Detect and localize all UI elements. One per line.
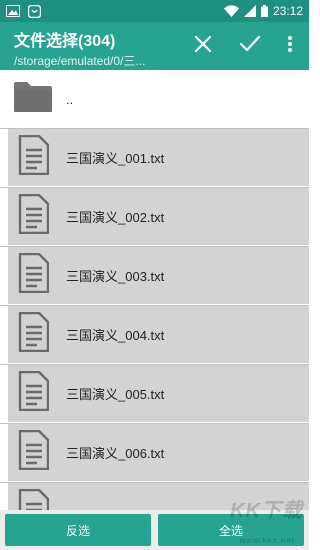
folder-icon (12, 80, 54, 119)
text-file-icon (17, 311, 50, 357)
text-file-icon (17, 429, 50, 475)
text-file-icon (17, 370, 50, 416)
text-file-icon (17, 193, 50, 239)
close-button[interactable] (189, 32, 217, 60)
file-name: 三国演义_002.txt (66, 210, 165, 225)
file-list-item[interactable]: 三国演义_006.txt (0, 423, 309, 481)
file-list-item[interactable]: 三国演义_002.txt (0, 187, 309, 245)
confirm-button[interactable] (236, 32, 264, 60)
app-notification-icon (28, 4, 41, 18)
check-icon (239, 35, 261, 58)
file-list-item[interactable]: 三国演义_004.txt (0, 305, 309, 363)
file-name: 三国演义_004.txt (66, 328, 165, 343)
file-name: 三国演义_005.txt (66, 387, 165, 402)
signal-icon (243, 5, 256, 17)
image-icon (6, 5, 20, 17)
current-path: /storage/emulated/0/三... (14, 54, 146, 68)
app-bar: 文件选择(304) /storage/emulated/0/三... (0, 22, 309, 70)
invert-selection-button[interactable]: 反选 (5, 514, 151, 546)
parent-directory-label: .. (66, 91, 74, 107)
text-file-icon (17, 252, 50, 298)
watermark-url: www.kkx.net (239, 536, 295, 545)
file-name: 三国演义_001.txt (66, 151, 165, 166)
file-name: 三国演义_003.txt (66, 269, 165, 284)
more-options-button[interactable] (276, 32, 304, 60)
wifi-icon (223, 5, 239, 17)
text-file-icon (17, 488, 50, 510)
text-file-icon (17, 134, 50, 180)
parent-directory-item[interactable]: .. (0, 70, 309, 128)
file-list-item[interactable]: 三国演义_001.txt (0, 128, 309, 186)
page-title: 文件选择(304) (14, 33, 116, 50)
close-icon (194, 35, 212, 58)
status-time: 23:12 (272, 4, 303, 18)
file-list-item[interactable]: 三国演义_003.txt (0, 246, 309, 304)
battery-icon (260, 5, 268, 17)
file-name: 三国演义_006.txt (66, 446, 165, 461)
watermark: KK下载 (230, 500, 303, 522)
file-list: .. 三国演义_001.txt 三国演义_002.txt 三国演义_003.tx… (0, 70, 309, 510)
file-list-item[interactable]: 三国演义_005.txt (0, 364, 309, 422)
status-bar: 23:12 (0, 0, 309, 22)
more-vert-icon (287, 35, 293, 58)
